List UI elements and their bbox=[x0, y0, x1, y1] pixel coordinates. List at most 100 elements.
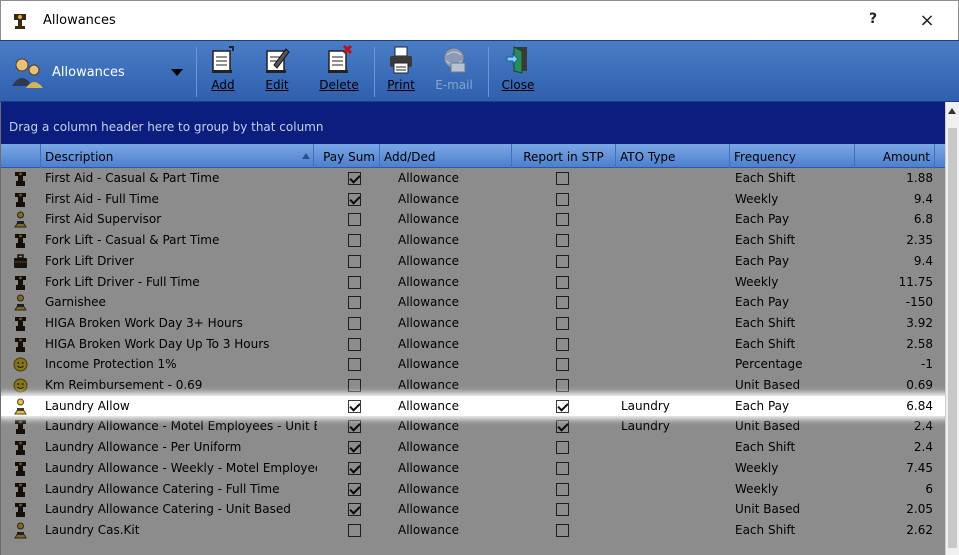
pay-sum-checkbox[interactable] bbox=[348, 192, 361, 206]
table-row[interactable]: Laundry Allowance - Motel Employees - Un… bbox=[1, 416, 945, 437]
report-stp-checkbox[interactable] bbox=[556, 461, 569, 475]
scroll-up-arrow-icon[interactable] bbox=[948, 108, 956, 114]
pay-sum-checkbox[interactable] bbox=[348, 441, 361, 455]
column-header-amount[interactable]: Amount bbox=[855, 144, 935, 168]
report-stp-checkbox[interactable] bbox=[556, 358, 569, 372]
group-by-panel[interactable]: Drag a column header here to group by th… bbox=[0, 102, 945, 144]
table-row[interactable]: Laundry Cas.Kit Allowance Each Shift 2.62 bbox=[1, 520, 945, 541]
pay-sum-checkbox[interactable] bbox=[348, 337, 361, 351]
column-header-description[interactable]: Description bbox=[41, 144, 314, 168]
toolbar-divider bbox=[374, 47, 375, 97]
add-ded-cell: Allowance bbox=[398, 274, 459, 289]
pay-sum-checkbox[interactable] bbox=[348, 234, 361, 248]
pay-sum-checkbox[interactable] bbox=[348, 296, 361, 310]
report-stp-checkbox[interactable] bbox=[556, 254, 569, 268]
column-header-ato-type[interactable]: ATO Type bbox=[616, 144, 730, 168]
table-row[interactable]: First Aid - Full Time Allowance Weekly 9.4 bbox=[1, 189, 945, 210]
view-selector[interactable]: Allowances bbox=[8, 51, 190, 93]
report-stp-checkbox[interactable] bbox=[556, 172, 569, 185]
report-stp-checkbox[interactable] bbox=[556, 420, 569, 434]
table-row[interactable]: Km Reimbursement - 0.69 Allowance Unit Bas… bbox=[1, 375, 945, 396]
column-header-frequency[interactable]: Frequency bbox=[730, 144, 855, 168]
email-button[interactable]: E-mail bbox=[434, 45, 474, 99]
delete-button[interactable]: Delete bbox=[316, 45, 362, 99]
pay-sum-checkbox[interactable] bbox=[348, 461, 361, 475]
table-row[interactable]: Fork Lift Driver Allowance Each Pay 9.4 bbox=[1, 251, 945, 272]
toolbar: Allowances Add Edit Delete Print E-mail … bbox=[0, 40, 959, 102]
scrollbar-thumb[interactable] bbox=[948, 128, 957, 548]
report-stp-checkbox[interactable] bbox=[556, 441, 569, 455]
pay-sum-checkbox[interactable] bbox=[348, 213, 361, 227]
amount-cell: 1.88 bbox=[906, 171, 933, 185]
report-stp-checkbox[interactable] bbox=[556, 482, 569, 496]
ato-type-cell bbox=[621, 168, 721, 189]
pay-sum-checkbox[interactable] bbox=[348, 523, 361, 537]
column-header-add-ded[interactable]: Add/Ded bbox=[380, 144, 512, 168]
table-row[interactable]: Fork Lift Driver - Full Time Allowance Wee… bbox=[1, 272, 945, 293]
pay-sum-checkbox[interactable] bbox=[348, 254, 361, 268]
frequency-cell: Each Shift bbox=[735, 171, 796, 185]
report-stp-checkbox[interactable] bbox=[556, 296, 569, 310]
table-row[interactable]: First Aid - Casual & Part Time Allowance E… bbox=[1, 168, 945, 189]
table-row[interactable]: HIGA Broken Work Day 3+ Hours Allowance Ea… bbox=[1, 313, 945, 334]
report-stp-checkbox[interactable] bbox=[556, 234, 569, 248]
column-header-report-in-stp[interactable]: Report in STP bbox=[512, 144, 616, 168]
table-row[interactable]: Fork Lift - Casual & Part Time Allowance E… bbox=[1, 230, 945, 251]
table-row[interactable]: Laundry Allowance Catering - Unit Based A… bbox=[1, 499, 945, 520]
dark-figure-icon bbox=[13, 481, 28, 498]
report-stp-cell bbox=[556, 168, 570, 189]
pay-sum-checkbox[interactable] bbox=[348, 503, 361, 517]
print-button[interactable]: Print bbox=[384, 45, 418, 99]
table-row[interactable]: HIGA Broken Work Day Up To 3 Hours Allowa… bbox=[1, 334, 945, 355]
report-stp-checkbox[interactable] bbox=[556, 337, 569, 351]
gold-figure-icon bbox=[13, 211, 28, 228]
report-stp-checkbox[interactable] bbox=[556, 275, 569, 289]
frequency-cell: Unit Based bbox=[735, 378, 801, 392]
pay-sum-checkbox[interactable] bbox=[348, 316, 361, 330]
table-row[interactable]: Laundry Allowance - Weekly - Motel Emplo… bbox=[1, 458, 945, 479]
pay-sum-checkbox[interactable] bbox=[348, 172, 361, 185]
close-window-button[interactable]: × bbox=[913, 7, 941, 35]
report-stp-checkbox[interactable] bbox=[556, 523, 569, 537]
report-stp-cell bbox=[556, 313, 570, 334]
table-row[interactable]: Laundry Allowance - Per Uniform Allowance… bbox=[1, 437, 945, 458]
pay-sum-checkbox[interactable] bbox=[348, 420, 361, 434]
pay-sum-cell bbox=[348, 209, 362, 230]
ato-type-cell bbox=[621, 209, 721, 230]
pay-sum-checkbox[interactable] bbox=[348, 399, 361, 413]
table-row[interactable]: Laundry Allowance Catering - Full Time Al… bbox=[1, 479, 945, 500]
amount-cell: 6.8 bbox=[913, 212, 933, 227]
pay-sum-checkbox[interactable] bbox=[348, 482, 361, 496]
toolbar-divider bbox=[196, 47, 197, 97]
report-stp-checkbox[interactable] bbox=[556, 213, 569, 227]
table-row-selected[interactable]: Laundry Allow Allowance Laundry Each Pay 6.8… bbox=[1, 395, 945, 417]
pay-sum-checkbox[interactable] bbox=[348, 358, 361, 372]
edit-document-icon bbox=[266, 48, 290, 73]
report-stp-checkbox[interactable] bbox=[556, 379, 569, 392]
help-button[interactable]: ? bbox=[863, 11, 883, 27]
report-stp-cell bbox=[556, 396, 570, 417]
report-stp-cell bbox=[556, 292, 570, 313]
report-stp-checkbox[interactable] bbox=[556, 503, 569, 517]
close-button[interactable]: Close bbox=[498, 45, 538, 99]
gold-figure-icon bbox=[13, 398, 28, 415]
vertical-scrollbar[interactable] bbox=[945, 102, 959, 555]
pay-sum-checkbox[interactable] bbox=[348, 275, 361, 289]
table-row[interactable]: Garnishee Allowance Each Pay -150 bbox=[1, 292, 945, 313]
amount-cell: 9.4 bbox=[913, 253, 933, 268]
pay-sum-cell bbox=[348, 479, 362, 500]
add-button[interactable]: Add bbox=[206, 45, 240, 99]
pay-sum-cell bbox=[348, 189, 362, 210]
add-ded-cell: Allowance bbox=[398, 522, 459, 537]
table-row[interactable]: Income Protection 1% Allowance Percentage -… bbox=[1, 354, 945, 375]
pay-sum-checkbox[interactable] bbox=[348, 379, 361, 392]
report-stp-checkbox[interactable] bbox=[556, 399, 569, 413]
column-header-icon[interactable] bbox=[1, 144, 41, 168]
edit-button[interactable]: Edit bbox=[260, 45, 294, 99]
report-stp-checkbox[interactable] bbox=[556, 192, 569, 206]
report-stp-checkbox[interactable] bbox=[556, 316, 569, 330]
table-row[interactable]: First Aid Supervisor Allowance Each Pay 6.8 bbox=[1, 209, 945, 230]
column-header-pay-sum[interactable]: Pay Sum bbox=[314, 144, 380, 168]
frequency-cell: Each Shift bbox=[735, 233, 796, 248]
dropdown-arrow-icon[interactable] bbox=[171, 69, 183, 76]
